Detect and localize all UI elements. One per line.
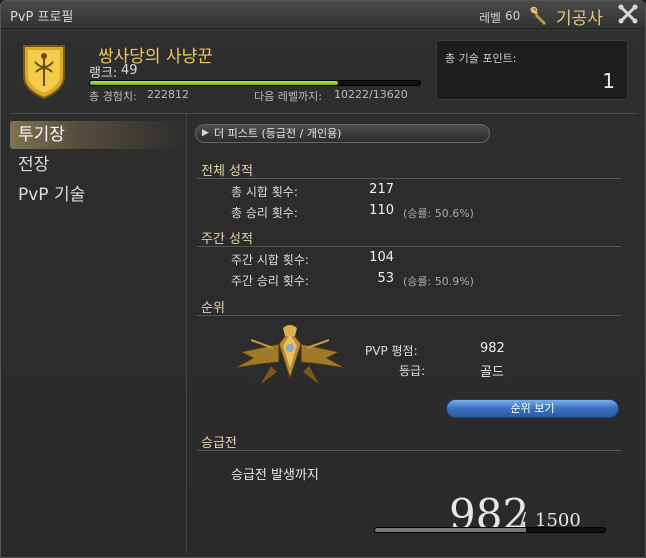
profile-header: 쌍사당의 사냥꾼 랭크: 49 총 경험치: 222812 다음 레벨까지: 1… — [10, 35, 637, 109]
weekly-stats-title: 주간 성적 — [201, 232, 253, 247]
section-divider — [197, 178, 621, 179]
grand-company-crest-icon — [20, 42, 68, 100]
ranking-title: 순위 — [201, 301, 225, 316]
tier-value: 골드 — [480, 365, 504, 380]
weekly-matches-value: 104 — [369, 250, 394, 265]
total-wins-label: 총 승리 횟수: — [231, 206, 298, 220]
sidebar-nav: 투기장 전장 PvP 기술 — [10, 119, 185, 549]
total-xp-value: 222812 — [147, 88, 189, 101]
weekly-wins-value: 53 — [377, 271, 394, 286]
weekly-matches-label: 주간 시합 횟수: — [231, 253, 309, 267]
total-matches-value: 217 — [369, 182, 394, 197]
sidebar-item-pvp-skills[interactable]: PvP 기술 — [10, 181, 185, 209]
tier-label: 등급: — [399, 364, 426, 378]
machinist-wrench-icon — [529, 4, 549, 26]
pvp-rating-value: 982 — [480, 341, 505, 356]
section-divider — [197, 246, 621, 247]
skill-points-value: 1 — [602, 69, 615, 93]
xp-progress-bar — [89, 80, 421, 86]
promotion-progress-fill — [375, 528, 526, 532]
content-panel: ▶ 더 피스트 (등급전 / 개인용) 전체 성적 총 시합 횟수: 217 총… — [187, 114, 637, 554]
pvp-profile-window: PvP 프로필 레벨 60 기공사 쌍사당의 사냥꾼 랭크: 49 총 경험치:… — [0, 0, 646, 558]
mode-dropdown[interactable]: ▶ 더 피스트 (등급전 / 개인용) — [195, 124, 490, 143]
promotion-status-text: 승급전 발생까지 — [231, 468, 319, 483]
section-divider — [197, 315, 621, 316]
next-level-label: 다음 레벨까지: — [254, 90, 322, 103]
title-bar[interactable]: PvP 프로필 레벨 60 기공사 — [1, 1, 645, 29]
section-divider — [197, 450, 621, 451]
promotion-progress-bar — [374, 527, 606, 533]
pvp-rating-label: PVP 평점: — [365, 344, 418, 358]
next-level-value: 10222/13620 — [334, 88, 408, 101]
job-level-label: 레벨 — [479, 11, 502, 25]
triangle-right-icon: ▶ — [202, 128, 209, 138]
total-win-rate: (승률: 50.6%) — [403, 207, 474, 220]
sidebar-item-battlefield[interactable]: 전장 — [10, 151, 185, 179]
total-xp-label: 총 경험치: — [89, 90, 137, 103]
rank-value: 49 — [121, 63, 138, 78]
weekly-wins-label: 주간 승리 횟수: — [231, 274, 309, 288]
xp-progress-fill — [90, 81, 339, 85]
mode-dropdown-label: 더 피스트 (등급전 / 개인용) — [214, 127, 342, 140]
total-matches-label: 총 시합 횟수: — [231, 185, 298, 199]
job-level-value: 60 — [505, 9, 521, 23]
weekly-win-rate: (승률: 50.9%) — [403, 275, 474, 288]
sidebar-item-arena[interactable]: 투기장 — [10, 121, 185, 149]
window-title: PvP 프로필 — [10, 10, 74, 25]
close-icon[interactable] — [617, 4, 639, 26]
skill-points-label: 총 기술 포인트: — [445, 52, 517, 65]
skill-points-box: 총 기술 포인트: 1 — [436, 40, 628, 100]
job-name: 기공사 — [556, 9, 603, 29]
view-ranking-button[interactable]: 순위 보기 — [446, 399, 619, 418]
promotion-title: 승급전 — [201, 436, 237, 451]
gold-tier-emblem-icon — [231, 322, 349, 388]
overall-stats-title: 전체 성적 — [201, 164, 253, 179]
rank-label: 랭크: — [89, 66, 118, 81]
total-wins-value: 110 — [369, 203, 394, 218]
